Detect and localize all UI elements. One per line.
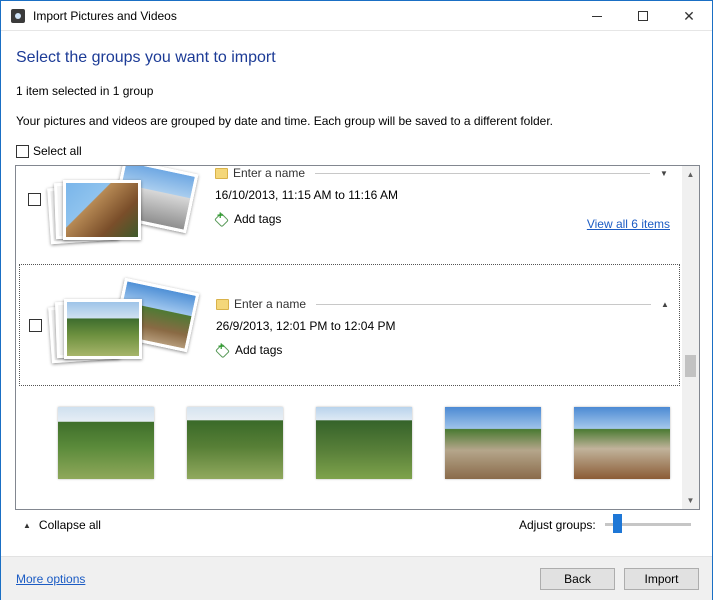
select-all-box[interactable] [16, 144, 29, 158]
preview-thumbnail[interactable] [58, 407, 154, 479]
preview-thumbnail[interactable] [187, 407, 283, 479]
chevron-down-icon[interactable]: ▼ [658, 169, 670, 178]
add-tags-link[interactable]: Add tags [216, 341, 671, 358]
close-button[interactable]: ✕ [666, 1, 712, 31]
scroll-down-icon[interactable]: ▼ [682, 492, 699, 509]
chevron-up-icon[interactable]: ▲ [659, 300, 671, 309]
add-tags-label[interactable]: Add tags [234, 212, 281, 226]
group-name-placeholder[interactable]: Enter a name [234, 297, 306, 311]
maximize-button[interactable] [620, 1, 666, 31]
collapse-all-button[interactable]: ▲ Collapse all [23, 518, 101, 532]
page-title: Select the groups you want to import [16, 49, 276, 66]
add-tag-icon [215, 210, 229, 225]
select-all-label: Select all [33, 144, 82, 158]
adjust-groups-label: Adjust groups: [519, 518, 596, 532]
add-tags-label[interactable]: Add tags [235, 343, 282, 357]
group-name-field[interactable]: Enter a name ▲ [216, 295, 671, 313]
adjust-groups-slider-thumb[interactable] [613, 514, 622, 533]
thumbnail-photo [63, 180, 141, 240]
maximize-icon [638, 11, 648, 21]
group-thumbnail-stack [48, 277, 210, 372]
back-button[interactable]: Back [540, 568, 615, 590]
collapse-all-label: Collapse all [38, 518, 101, 532]
group-details: Enter a name ▼ 16/10/2013, 11:15 AM to 1… [215, 166, 670, 231]
group-item[interactable]: Enter a name ▼ 16/10/2013, 11:15 AM to 1… [19, 166, 680, 258]
import-button[interactable]: Import [624, 568, 699, 590]
preview-thumbnail[interactable] [316, 407, 412, 479]
group-list[interactable]: Enter a name ▼ 16/10/2013, 11:15 AM to 1… [15, 165, 700, 510]
preview-thumbnail[interactable] [574, 407, 670, 479]
window-title: Import Pictures and Videos [33, 9, 177, 23]
group-checkbox[interactable] [29, 319, 42, 332]
group-date-range: 16/10/2013, 11:15 AM to 11:16 AM [215, 188, 399, 202]
name-underline [316, 303, 651, 305]
import-window: Import Pictures and Videos ✕ Select the … [0, 0, 713, 600]
group-thumbnail-stack [47, 166, 209, 253]
thumbnail-photo [64, 299, 142, 359]
minimize-button[interactable] [574, 1, 620, 31]
minimize-icon [592, 15, 602, 17]
group-checkbox[interactable] [28, 193, 41, 206]
close-icon: ✕ [683, 7, 695, 24]
select-all-checkbox[interactable]: Select all [16, 144, 82, 158]
selection-summary: 1 item selected in 1 group [16, 84, 154, 98]
preview-thumbnail[interactable] [445, 407, 541, 479]
group-item[interactable]: Enter a name ▲ 26/9/2013, 12:01 PM to 12… [19, 264, 680, 386]
vertical-scrollbar[interactable]: ▲ ▼ [682, 166, 699, 509]
chevron-up-icon: ▲ [23, 520, 31, 530]
camera-icon [11, 9, 25, 23]
grouping-description: Your pictures and videos are grouped by … [16, 114, 554, 128]
view-all-items-link[interactable]: View all 6 items [587, 217, 670, 231]
expanded-group-previews [58, 407, 678, 482]
group-name-placeholder[interactable]: Enter a name [233, 166, 305, 180]
title-bar[interactable]: Import Pictures and Videos ✕ [1, 1, 712, 31]
scrollbar-thumb[interactable] [685, 355, 696, 377]
scroll-up-icon[interactable]: ▲ [682, 166, 699, 183]
group-date-range: 26/9/2013, 12:01 PM to 12:04 PM [216, 319, 396, 333]
group-details: Enter a name ▲ 26/9/2013, 12:01 PM to 12… [216, 295, 671, 358]
folder-icon [215, 167, 228, 179]
bottom-bar: More options Back Import [1, 556, 712, 600]
group-name-field[interactable]: Enter a name ▼ [215, 166, 670, 182]
more-options-link[interactable]: More options [16, 572, 85, 586]
add-tag-icon [216, 341, 230, 356]
folder-icon [216, 298, 229, 310]
name-underline [315, 172, 650, 174]
